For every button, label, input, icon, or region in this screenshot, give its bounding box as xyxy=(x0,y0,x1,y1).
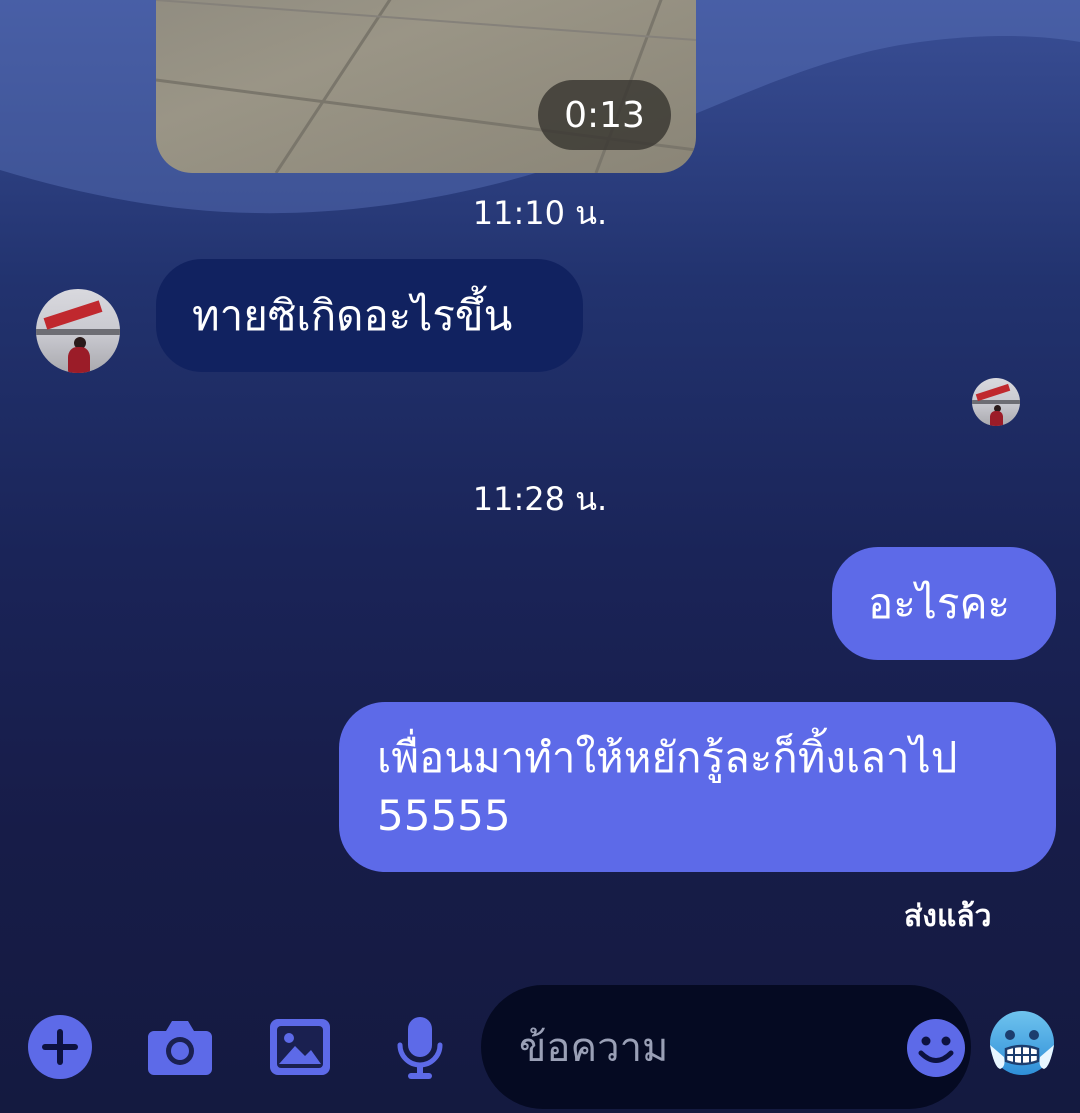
timestamp-1128: 11:28 น. xyxy=(472,480,608,518)
plus-icon[interactable] xyxy=(26,1013,94,1081)
sent-status: ส่งแล้ว xyxy=(904,899,992,934)
video-duration-badge: 0:13 xyxy=(538,80,671,150)
contact-avatar[interactable] xyxy=(36,289,120,373)
incoming-message-bubble[interactable]: ทายซิเกิดอะไรขึ้น xyxy=(156,259,583,372)
message-text-line-1: เพื่อนมาทำให้หยักรู้ละก็ทิ้งเลาไป xyxy=(377,733,958,782)
outgoing-message-bubble[interactable]: อะไรคะ xyxy=(832,547,1056,660)
message-text: ทายซิเกิดอะไรขึ้น xyxy=(192,290,513,340)
video-message-thumbnail[interactable]: 0:13 xyxy=(156,0,696,173)
camera-icon[interactable] xyxy=(146,1013,214,1081)
message-composer xyxy=(0,975,1080,1113)
outgoing-message-bubble[interactable]: เพื่อนมาทำให้หยักรู้ละก็ทิ้งเลาไป 55555 xyxy=(339,702,1056,872)
cold-face-emoji-icon[interactable] xyxy=(986,1007,1058,1081)
image-icon[interactable] xyxy=(268,1015,332,1079)
message-input[interactable] xyxy=(517,985,891,1111)
emoji-smile-icon[interactable] xyxy=(905,1017,967,1079)
message-text-line-2: 55555 xyxy=(377,791,511,840)
microphone-icon[interactable] xyxy=(392,1013,448,1083)
message-text: อะไรคะ xyxy=(868,578,1011,628)
timestamp-1110: 11:10 น. xyxy=(472,194,608,232)
seen-avatar xyxy=(972,378,1020,426)
message-input-container xyxy=(481,985,971,1111)
